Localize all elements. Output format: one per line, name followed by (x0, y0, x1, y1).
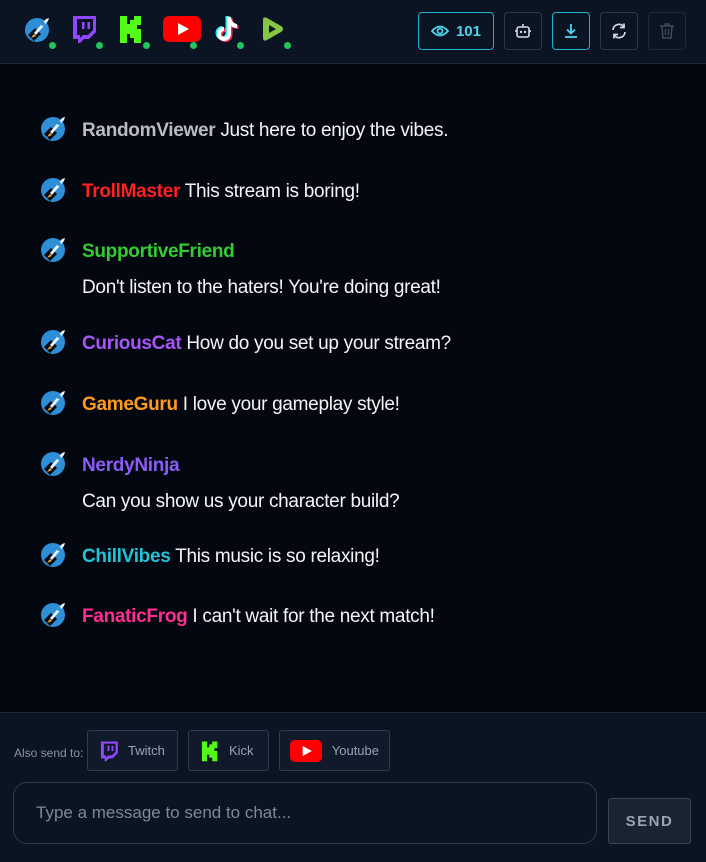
viewer-count-button[interactable]: 101 (417, 12, 494, 50)
refresh-button[interactable] (600, 12, 638, 50)
message-input-placeholder: Type a message to send to chat... (36, 803, 292, 822)
composer: Also send to: Twitch Kick Youtube Type a… (0, 712, 706, 862)
chat-username[interactable]: RandomViewer (82, 120, 216, 141)
online-indicator (237, 42, 244, 49)
chat-text: Can you show us your character build? (82, 491, 400, 512)
tiktok-icon (215, 16, 239, 42)
twitch-icon (100, 740, 118, 761)
platform-list (18, 11, 293, 51)
refresh-icon (612, 23, 626, 39)
twitch-icon (73, 16, 96, 43)
chat-username[interactable]: NerdyNinja (82, 455, 180, 476)
chat-message: RandomViewer Just here to enjoy the vibe… (38, 117, 678, 143)
send-to-youtube-toggle[interactable]: Youtube (279, 730, 390, 771)
chat-text: I love your gameplay style! (182, 394, 400, 415)
chat-username[interactable]: FanaticFrog (82, 606, 188, 627)
send-to-kick-label: Kick (229, 743, 254, 758)
chat-text: Don't listen to the haters! You're doing… (82, 277, 441, 298)
kick-icon (120, 16, 141, 43)
chat-message: TrollMaster This stream is boring! (38, 178, 678, 204)
send-to-kick-toggle[interactable]: Kick (188, 730, 269, 771)
download-icon (565, 24, 577, 38)
chat-message: ChillVibes This music is so relaxing! (38, 543, 678, 569)
user-avatar-icon (38, 386, 70, 418)
platform-tiktok[interactable] (206, 11, 246, 51)
bot-button[interactable] (504, 12, 542, 50)
chat-username[interactable]: SupportiveFriend (82, 241, 235, 262)
user-avatar-icon (38, 325, 70, 357)
chat-text: How do you set up your stream? (186, 333, 451, 354)
user-avatar-icon (38, 112, 70, 144)
send-button[interactable]: SEND (608, 798, 691, 844)
chat-message: CuriousCat How do you set up your stream… (38, 330, 678, 356)
also-send-label: Also send to: (14, 746, 84, 760)
chat-username[interactable]: GameGuru (82, 394, 178, 415)
online-indicator (96, 42, 103, 49)
robot-icon (515, 24, 531, 38)
platform-rocket[interactable] (18, 11, 58, 51)
chat-text: Just here to enjoy the vibes. (220, 120, 449, 141)
send-to-youtube-label: Youtube (331, 743, 379, 758)
user-avatar-icon (38, 173, 70, 205)
chat-message: FanaticFrog I can't wait for the next ma… (38, 603, 678, 629)
online-indicator (190, 42, 197, 49)
chat-username[interactable]: CuriousCat (82, 333, 182, 354)
platform-rumble[interactable] (253, 11, 293, 51)
download-button[interactable] (552, 12, 590, 50)
chat-message: GameGuru I love your gameplay style! (38, 391, 678, 417)
chat-text: I can't wait for the next match! (192, 606, 435, 627)
chat-text: This stream is boring! (184, 181, 360, 202)
trash-icon (660, 23, 674, 39)
kick-icon (201, 740, 218, 761)
send-to-twitch-toggle[interactable]: Twitch (87, 730, 178, 771)
chat-username[interactable]: TrollMaster (82, 181, 180, 202)
chat-message: SupportiveFriend Don't listen to the hate… (38, 238, 678, 300)
platform-kick[interactable] (112, 11, 152, 51)
viewer-count: 101 (455, 22, 481, 40)
chat-username[interactable]: ChillVibes (82, 546, 171, 567)
user-avatar-icon (38, 233, 70, 265)
platform-youtube[interactable] (159, 11, 201, 51)
send-to-twitch-label: Twitch (128, 743, 165, 758)
online-indicator (49, 42, 56, 49)
rumble-icon (263, 17, 283, 41)
chat-feed[interactable]: RandomViewer Just here to enjoy the vibe… (0, 64, 706, 712)
eye-icon (430, 25, 449, 37)
youtube-icon (163, 16, 201, 42)
user-avatar-icon (38, 598, 70, 630)
youtube-icon (290, 739, 323, 762)
user-avatar-icon (38, 447, 70, 479)
user-avatar-icon (38, 538, 70, 570)
message-input[interactable]: Type a message to send to chat... (13, 782, 597, 844)
top-bar: 101 (0, 0, 706, 64)
platform-twitch[interactable] (65, 11, 105, 51)
online-indicator (284, 42, 291, 49)
chat-message: NerdyNinja Can you show us your character… (38, 452, 678, 514)
clear-chat-button[interactable] (648, 12, 686, 50)
toolbar: 101 (417, 12, 686, 50)
rocket-icon (25, 18, 49, 42)
online-indicator (143, 42, 150, 49)
chat-text: This music is so relaxing! (175, 546, 380, 567)
